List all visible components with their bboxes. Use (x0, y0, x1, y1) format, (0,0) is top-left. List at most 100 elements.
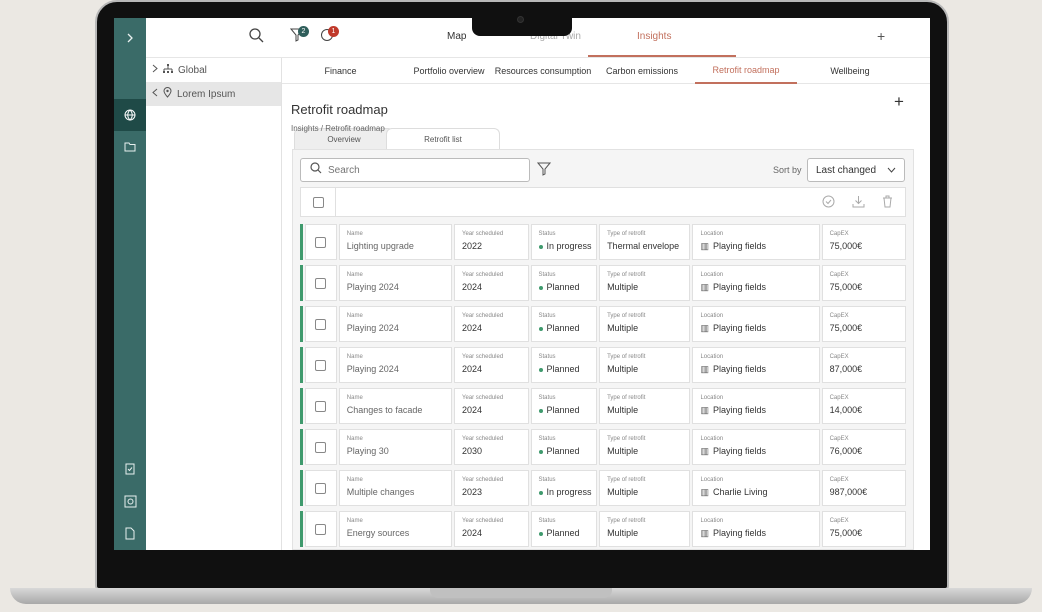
location-value: Playing fields (712, 528, 766, 538)
row-checkbox[interactable] (315, 359, 327, 371)
status-dot (538, 285, 543, 290)
folder-icon[interactable] (114, 131, 146, 163)
column-label: Location (700, 518, 724, 524)
tab-resources-consumption[interactable]: Resources consumption (493, 58, 593, 84)
retrofit-list-panel: Sort by Last changed (292, 149, 914, 550)
document-icon[interactable] (114, 517, 146, 549)
camera (517, 16, 524, 23)
select-all-checkbox[interactable] (312, 196, 324, 208)
add-icon[interactable]: + (877, 28, 885, 44)
status-dot (538, 531, 543, 536)
status-value: In progress (546, 487, 592, 497)
tab-map[interactable]: Map (447, 31, 466, 42)
app-screen: 2 1 Map Digital Twin Insights + AB Globa… (114, 18, 930, 550)
status-dot (538, 244, 543, 249)
retrofit-table: Name Lighting upgrade Year scheduled 2022 … (300, 224, 906, 550)
cell-year: Year scheduled 2022 (454, 224, 529, 260)
settings-icon[interactable] (114, 485, 146, 517)
year-value: 2022 (462, 241, 483, 251)
status-value: Planned (546, 446, 580, 456)
tab-finance[interactable]: Finance (282, 58, 399, 84)
row-checkbox[interactable] (315, 523, 327, 535)
cell-location: Location ▥ Playing fields (692, 388, 820, 424)
column-label: Year scheduled (462, 313, 504, 319)
table-row[interactable]: Name Playing 2024 Year scheduled 2024 Stat… (300, 347, 906, 383)
cell-name: Name Lighting upgrade (338, 224, 453, 260)
page-title: Retrofit roadmap (291, 102, 388, 117)
clipboard-check-icon[interactable] (114, 452, 146, 484)
retrofit-name: Energy sources (346, 528, 410, 538)
sort-select[interactable]: Last changed (807, 158, 905, 182)
table-row[interactable]: Name Playing 30 Year scheduled 2030 Status… (300, 429, 906, 465)
row-checkbox[interactable] (315, 482, 327, 494)
table-row[interactable]: Name Multiple changes Year scheduled 2023 … (300, 470, 906, 506)
row-checkbox[interactable] (315, 400, 327, 412)
column-label: Status (538, 518, 556, 524)
add-retrofit-button[interactable]: + (894, 92, 904, 112)
trash-icon[interactable] (882, 195, 893, 211)
table-row[interactable]: Name Changes to facade Year scheduled 2024… (300, 388, 906, 424)
status-dot (538, 449, 543, 454)
search-icon (310, 161, 322, 179)
table-row[interactable]: Name Lighting upgrade Year scheduled 2022 … (300, 224, 906, 260)
retrofit-name: Multiple changes (346, 487, 415, 497)
globe-icon[interactable] (114, 99, 146, 131)
search-box[interactable] (300, 158, 530, 182)
year-value: 2024 (462, 405, 483, 415)
tree-item-global[interactable]: Global (146, 58, 281, 82)
capex-value: 75,000€ (829, 241, 863, 251)
column-label: Year scheduled (462, 231, 504, 237)
column-label: Year scheduled (462, 518, 504, 524)
cell-name: Name Multiple changes (338, 470, 453, 506)
table-row[interactable]: Name Playing 2024 Year scheduled 2024 Stat… (300, 306, 906, 342)
sort-value: Last changed (816, 164, 877, 176)
type-value: Multiple (607, 528, 639, 538)
tree-item-lorem-ipsum[interactable]: Lorem Ipsum (146, 82, 281, 106)
cell-type: Type of retrofit Multiple (599, 388, 691, 424)
column-label: Year scheduled (462, 395, 504, 401)
row-checkbox[interactable] (315, 318, 327, 330)
column-label: Location (700, 477, 724, 483)
expand-chevron-icon[interactable] (114, 22, 146, 54)
cell-location: Location ▥ Playing fields (692, 265, 820, 301)
row-select-cell (304, 265, 337, 301)
search-icon[interactable] (249, 28, 264, 47)
tab-retrofit-list[interactable]: Retrofit list (386, 128, 500, 150)
cell-capex: CapEX 14,000€ (821, 388, 906, 424)
column-label: Status (538, 395, 556, 401)
building-icon: ▥ (700, 405, 709, 415)
table-row[interactable]: Name Energy sources Year scheduled 2024 St… (300, 511, 906, 547)
search-input[interactable] (328, 164, 508, 176)
column-label: Type of retrofit (607, 231, 646, 237)
tab-carbon-emissions[interactable]: Carbon emissions (595, 58, 689, 84)
cell-name: Name Playing 2024 (338, 306, 453, 342)
table-row[interactable]: Name Playing 2024 Year scheduled 2024 Stat… (300, 265, 906, 301)
column-label: CapEX (829, 436, 849, 442)
cell-location: Location ▥ Playing fields (692, 306, 820, 342)
building-icon: ▥ (700, 446, 709, 456)
status-accent-bar (300, 347, 303, 383)
location-value: Playing fields (712, 323, 766, 333)
tab-retrofit-roadmap[interactable]: Retrofit roadmap (695, 58, 797, 84)
tab-portfolio-overview[interactable]: Portfolio overview (399, 58, 499, 84)
column-label: Status (538, 477, 556, 483)
approve-check-icon[interactable] (822, 195, 835, 211)
column-label: Name (346, 354, 363, 360)
filter-icon[interactable] (536, 162, 552, 179)
tab-insights[interactable]: Insights (637, 31, 671, 42)
row-checkbox[interactable] (315, 441, 327, 453)
column-label: Location (700, 436, 724, 442)
cell-name: Name Playing 30 (338, 429, 453, 465)
row-checkbox[interactable] (315, 277, 327, 289)
year-value: 2030 (462, 446, 483, 456)
row-select-cell (304, 224, 337, 260)
cell-year: Year scheduled 2024 (454, 511, 529, 547)
tab-wellbeing[interactable]: Wellbeing (802, 58, 898, 84)
row-checkbox[interactable] (315, 236, 327, 248)
cell-status: Status Planned (530, 265, 598, 301)
row-select-cell (304, 347, 337, 383)
capex-value: 75,000€ (829, 282, 863, 292)
download-icon[interactable] (852, 195, 865, 211)
cell-status: Status Planned (530, 347, 598, 383)
row-select-cell (304, 511, 337, 547)
